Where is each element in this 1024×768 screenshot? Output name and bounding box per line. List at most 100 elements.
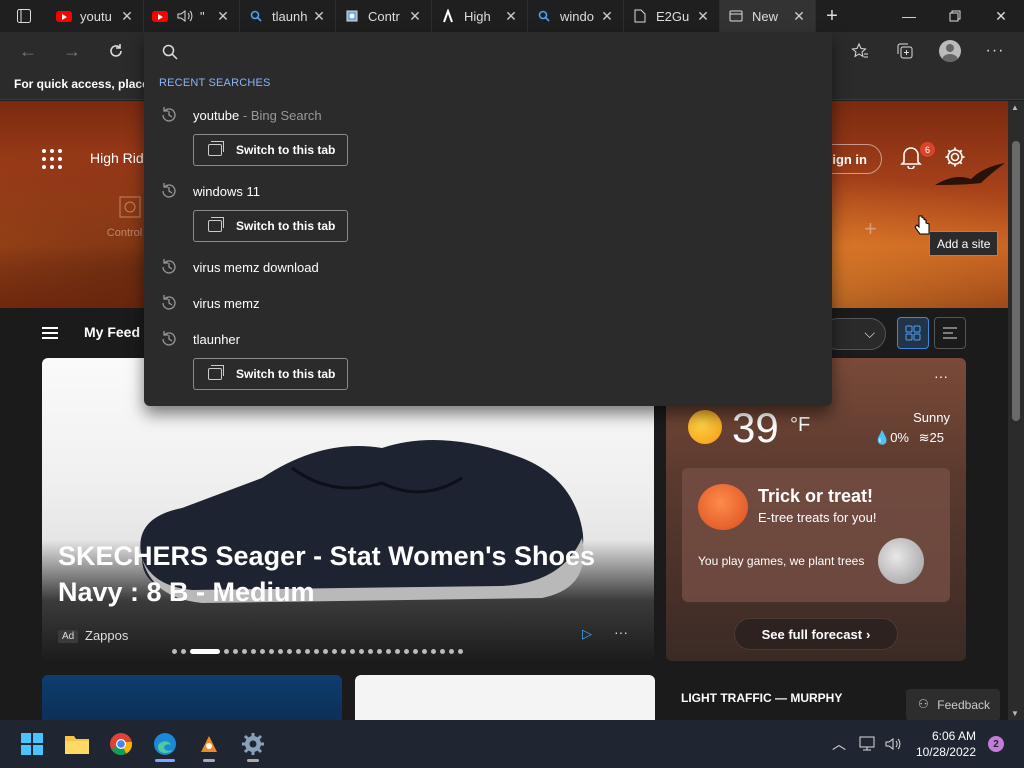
carousel-dot[interactable] [332, 648, 337, 654]
carousel-dot[interactable] [404, 648, 409, 654]
taskbar-chrome[interactable] [103, 726, 139, 762]
carousel-dots[interactable] [172, 648, 463, 654]
carousel-dot[interactable] [458, 648, 463, 654]
carousel-dot[interactable] [395, 648, 400, 654]
close-window-button[interactable]: ✕ [978, 0, 1024, 32]
close-tab-button[interactable]: ✕ [407, 8, 423, 25]
promo-banner[interactable]: Trick or treat! E-tree treats for you! Y… [682, 468, 950, 602]
switch-to-tab-button[interactable]: Switch to this tab [193, 134, 348, 166]
scroll-down-arrow-icon[interactable]: ▼ [1011, 709, 1019, 718]
profile-button[interactable] [933, 32, 967, 70]
close-tab-button[interactable]: ✕ [791, 8, 807, 25]
close-tab-button[interactable]: ✕ [695, 8, 711, 25]
taskbar-file-explorer[interactable] [59, 726, 95, 762]
carousel-dot[interactable] [305, 648, 310, 654]
suggestion-item[interactable]: tlaunher [144, 324, 832, 356]
taskbar-settings[interactable] [235, 726, 271, 762]
tab-high-ridge[interactable]: High ✕ [432, 0, 528, 32]
forward-button[interactable]: → [55, 32, 89, 70]
page-scrollbar[interactable]: ▲ ▼ [1008, 101, 1024, 720]
feed-menu-icon[interactable] [42, 327, 58, 339]
carousel-dot[interactable] [422, 648, 427, 654]
app-launcher-icon[interactable] [42, 149, 62, 169]
new-tab-button[interactable]: + [816, 5, 848, 28]
carousel-dot[interactable] [350, 648, 355, 654]
settings-more-button[interactable]: ··· [978, 32, 1012, 70]
news-card[interactable] [42, 675, 342, 720]
carousel-dot[interactable] [314, 648, 319, 654]
carousel-dot[interactable] [278, 648, 283, 654]
suggestion-item[interactable]: virus memz [144, 288, 832, 320]
carousel-dot[interactable] [224, 648, 229, 654]
tab-actions-button[interactable] [0, 0, 48, 32]
close-tab-button[interactable]: ✕ [503, 8, 519, 25]
carousel-dot[interactable] [323, 648, 328, 654]
tab-e2gu[interactable]: E2Gu ✕ [624, 0, 720, 32]
start-button[interactable] [14, 726, 50, 762]
close-tab-button[interactable]: ✕ [215, 8, 231, 25]
page-settings-gear-icon[interactable] [944, 146, 966, 168]
temperature-unit[interactable]: °F [790, 414, 810, 437]
tab-windows[interactable]: windo ✕ [528, 0, 624, 32]
my-feed-title[interactable]: My Feed [84, 324, 140, 340]
network-icon[interactable] [859, 720, 877, 768]
carousel-dot[interactable] [190, 648, 220, 654]
suggestion-item[interactable]: virus memz download [144, 252, 832, 284]
show-hidden-icons-button[interactable]: ︿ [832, 720, 846, 768]
add-site-button[interactable]: + [864, 216, 877, 242]
carousel-dot[interactable] [260, 648, 265, 654]
grid-view-button[interactable] [897, 317, 929, 349]
scroll-up-arrow-icon[interactable]: ▲ [1011, 103, 1019, 112]
minimize-button[interactable]: — [886, 0, 932, 32]
carousel-dot[interactable] [377, 648, 382, 654]
carousel-dot[interactable] [269, 648, 274, 654]
carousel-dot[interactable] [368, 648, 373, 654]
close-tab-button[interactable]: ✕ [599, 8, 615, 25]
switch-to-tab-button[interactable]: Switch to this tab [193, 358, 348, 390]
carousel-dot[interactable] [242, 648, 247, 654]
feedback-button[interactable]: ⚇ Feedback [906, 689, 1000, 720]
carousel-dot[interactable] [296, 648, 301, 654]
ad-title[interactable]: SKECHERS Seager - Stat Women's Shoes Nav… [58, 538, 618, 610]
scrollbar-thumb[interactable] [1012, 141, 1020, 421]
tab-youtube-audio[interactable]: " ✕ [144, 0, 240, 32]
suggestion-item[interactable]: youtube - Bing Search [144, 100, 832, 132]
carousel-dot[interactable] [172, 648, 177, 654]
tab-new-tab[interactable]: New ✕ [720, 0, 816, 32]
favorites-button[interactable] [843, 32, 877, 70]
taskbar-edge[interactable] [147, 726, 183, 762]
news-card[interactable] [355, 675, 655, 720]
close-tab-button[interactable]: ✕ [311, 8, 327, 25]
collections-button[interactable] [888, 32, 922, 70]
tab-control-panel[interactable]: Contr ✕ [336, 0, 432, 32]
see-forecast-button[interactable]: See full forecast › [734, 618, 898, 650]
system-clock[interactable]: 6:06 AM 10/28/2022 [900, 728, 976, 760]
switch-to-tab-button[interactable]: Switch to this tab [193, 210, 348, 242]
close-tab-button[interactable]: ✕ [119, 8, 135, 25]
carousel-dot[interactable] [233, 648, 238, 654]
tab-tlaunher[interactable]: tlaunh ✕ [240, 0, 336, 32]
tab-youtube[interactable]: youtu ✕ [48, 0, 144, 32]
carousel-dot[interactable] [341, 648, 346, 654]
refresh-button[interactable] [99, 32, 133, 70]
restore-button[interactable] [932, 0, 978, 32]
traffic-heading[interactable]: LIGHT TRAFFIC — MURPHY [681, 691, 842, 705]
carousel-dot[interactable] [251, 648, 256, 654]
carousel-dot[interactable] [449, 648, 454, 654]
carousel-dot[interactable] [287, 648, 292, 654]
ad-choices-icon[interactable]: ▷ [582, 626, 592, 642]
weather-more-button[interactable]: ··· [934, 368, 948, 384]
taskbar-app[interactable] [191, 726, 227, 762]
list-view-button[interactable] [934, 317, 966, 349]
carousel-dot[interactable] [440, 648, 445, 654]
carousel-dot[interactable] [386, 648, 391, 654]
carousel-dot[interactable] [431, 648, 436, 654]
back-button[interactable]: ← [11, 32, 45, 70]
notifications-bell-icon[interactable] [900, 145, 922, 169]
card-more-button[interactable]: ··· [614, 624, 628, 640]
carousel-dot[interactable] [413, 648, 418, 654]
suggestion-item[interactable]: windows 11 [144, 176, 832, 208]
speaker-icon[interactable] [176, 8, 194, 24]
carousel-dot[interactable] [359, 648, 364, 654]
notification-center-badge[interactable]: 2 [988, 736, 1004, 752]
